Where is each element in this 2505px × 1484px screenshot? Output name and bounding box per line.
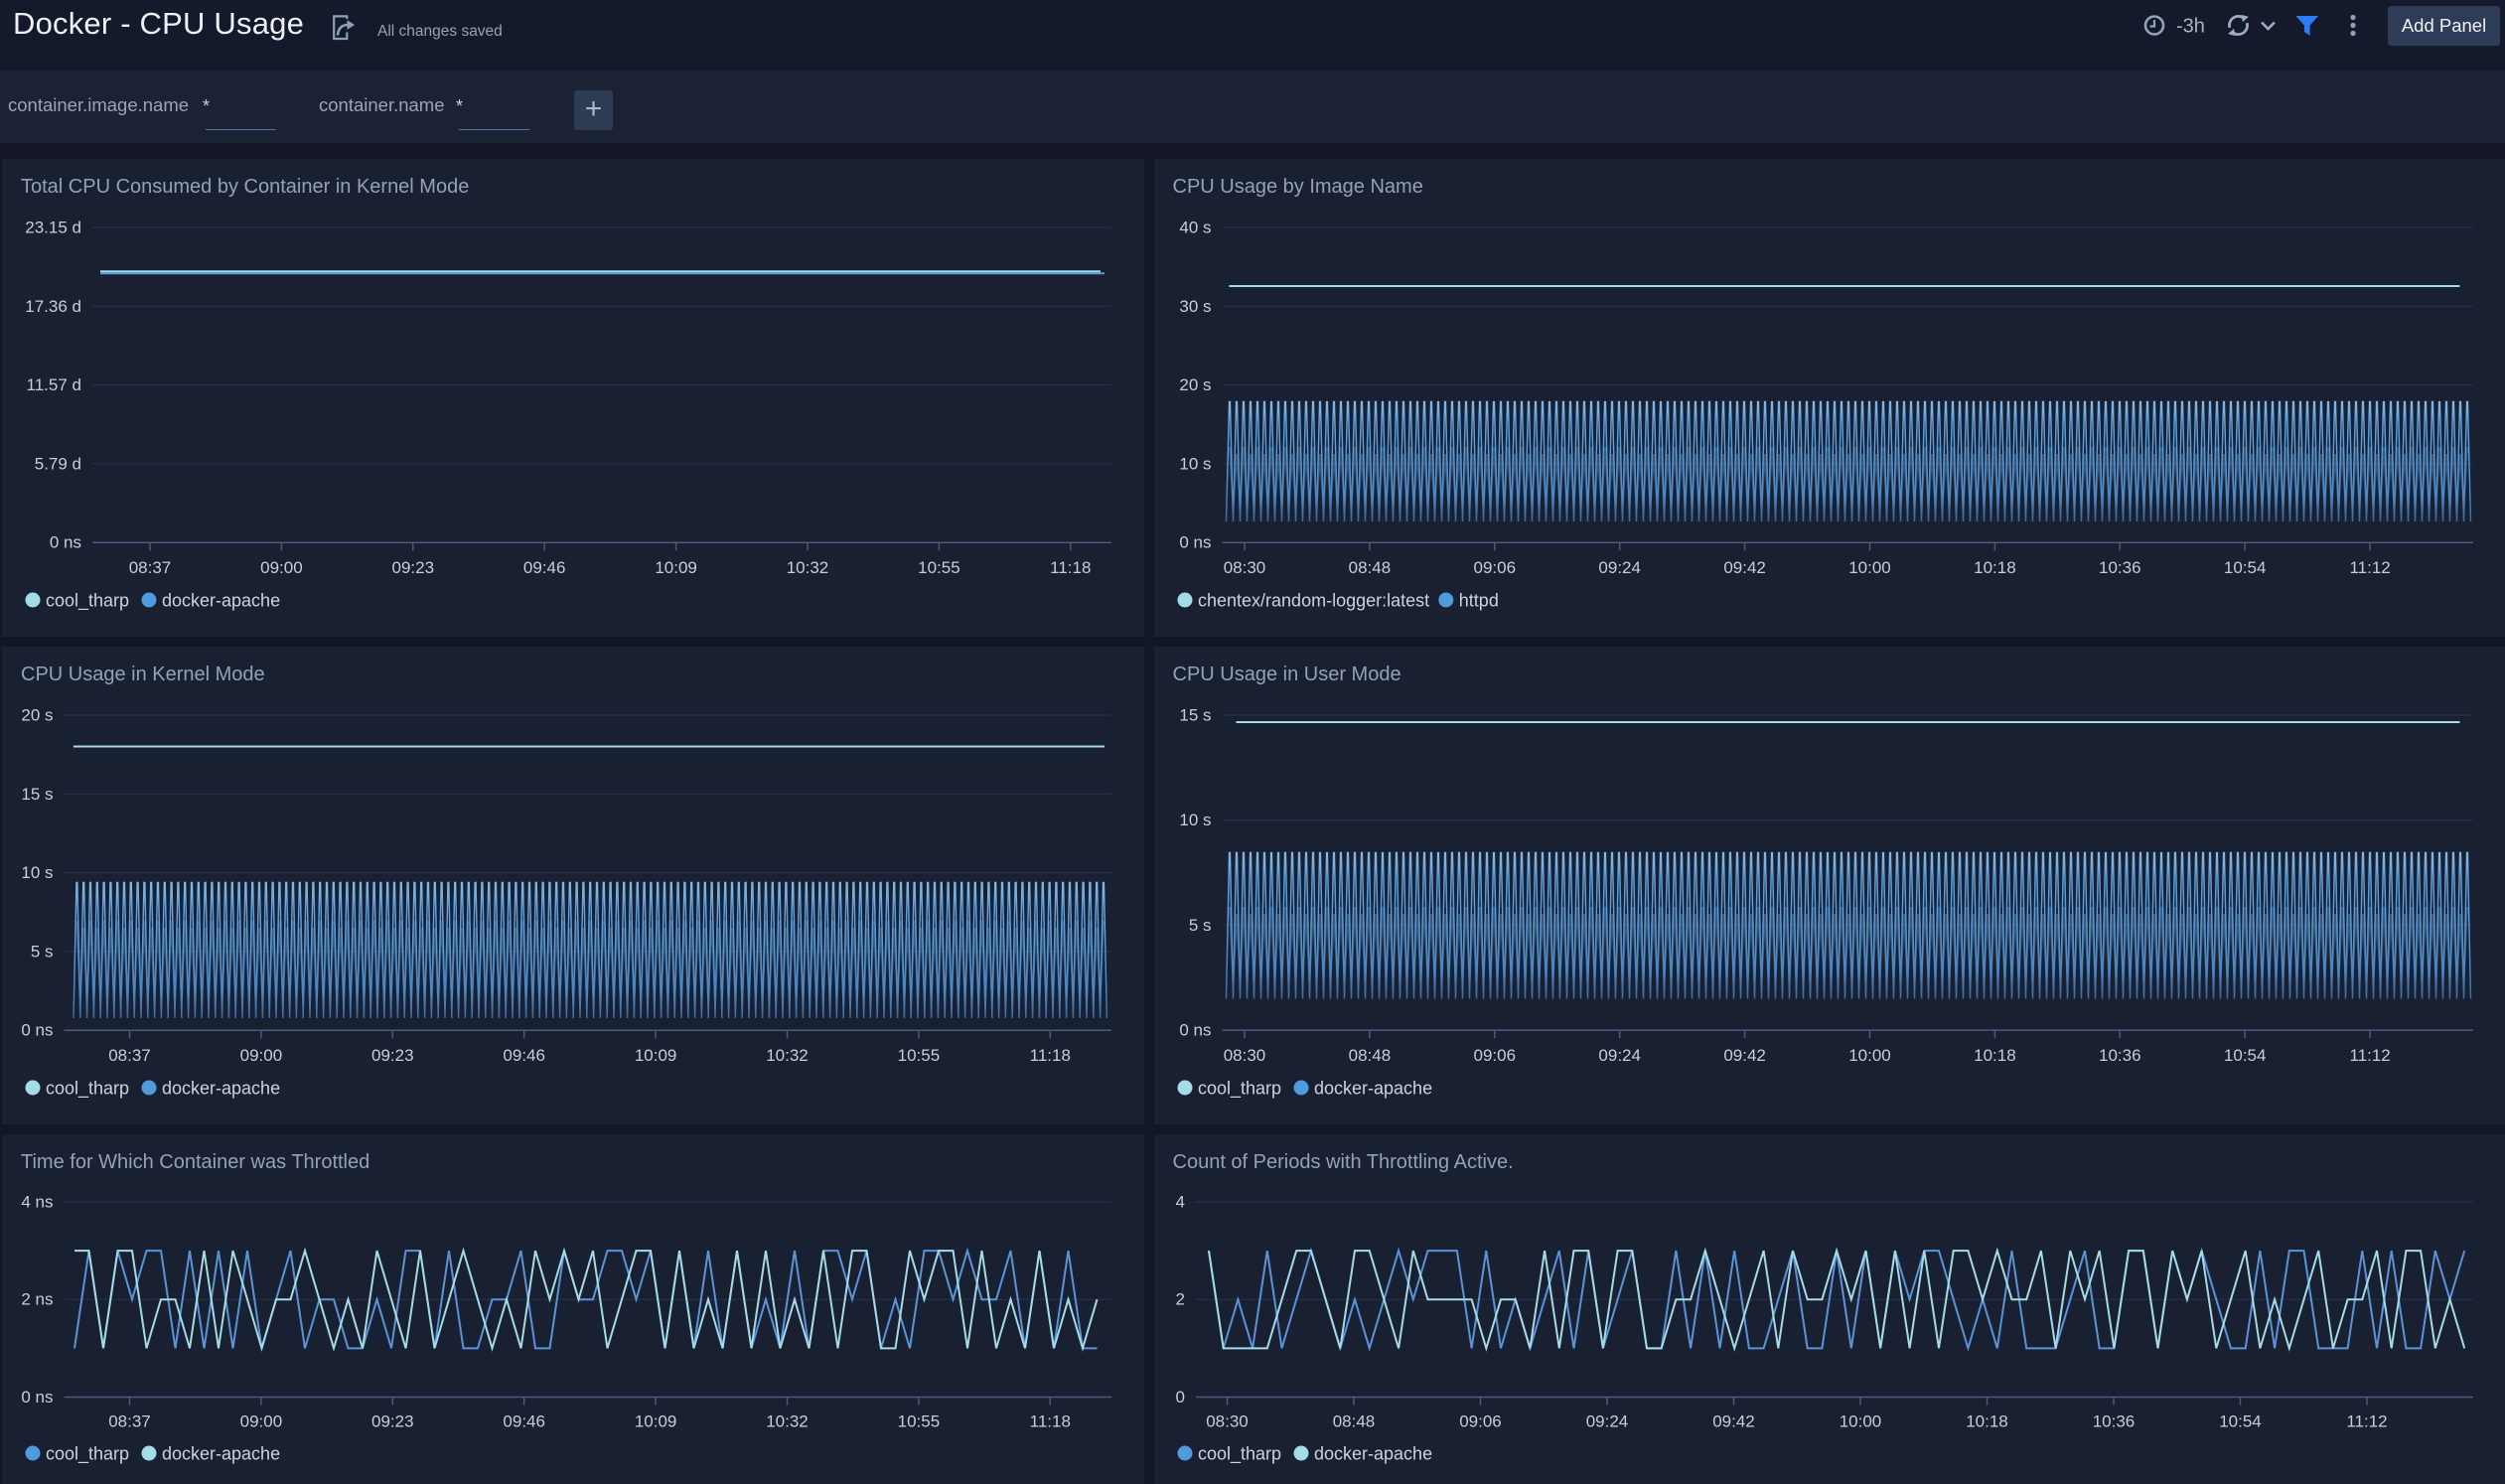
svg-text:09:06: 09:06 <box>1473 557 1516 576</box>
svg-text:10:18: 10:18 <box>1966 1411 2008 1430</box>
svg-text:10:09: 10:09 <box>635 1411 677 1430</box>
svg-text:08:48: 08:48 <box>1348 1045 1391 1064</box>
svg-text:10:54: 10:54 <box>2223 557 2266 576</box>
svg-text:10:36: 10:36 <box>2099 557 2141 576</box>
svg-text:10:32: 10:32 <box>787 557 829 576</box>
svg-text:09:06: 09:06 <box>1459 1411 1502 1430</box>
svg-text:0 ns: 0 ns <box>21 1020 53 1039</box>
svg-text:10:32: 10:32 <box>766 1045 809 1064</box>
svg-text:10:18: 10:18 <box>1974 557 2016 576</box>
svg-text:09:00: 09:00 <box>260 557 303 576</box>
svg-text:docker-apache: docker-apache <box>162 1443 280 1463</box>
svg-text:10:18: 10:18 <box>1974 1045 2016 1064</box>
svg-text:0 ns: 0 ns <box>50 532 81 551</box>
svg-text:10:55: 10:55 <box>898 1045 941 1064</box>
svg-text:08:48: 08:48 <box>1348 557 1391 576</box>
svg-text:08:37: 08:37 <box>129 557 172 576</box>
svg-text:2: 2 <box>1175 1289 1184 1308</box>
svg-text:0: 0 <box>1175 1388 1184 1407</box>
svg-text:10:09: 10:09 <box>655 557 697 576</box>
svg-text:10:54: 10:54 <box>2219 1411 2262 1430</box>
svg-text:docker-apache: docker-apache <box>1314 1443 1432 1463</box>
svg-text:08:30: 08:30 <box>1223 557 1265 576</box>
svg-text:09:46: 09:46 <box>523 557 566 576</box>
svg-text:docker-apache: docker-apache <box>162 1078 280 1098</box>
svg-text:cool_tharp: cool_tharp <box>46 1443 129 1464</box>
svg-text:20 s: 20 s <box>21 705 53 724</box>
svg-text:cool_tharp: cool_tharp <box>1198 1078 1281 1099</box>
svg-text:cool_tharp: cool_tharp <box>46 590 129 611</box>
svg-text:09:23: 09:23 <box>392 557 435 576</box>
svg-text:09:42: 09:42 <box>1723 557 1766 576</box>
svg-text:-3h: -3h <box>2176 16 2205 38</box>
svg-text:5 s: 5 s <box>1188 915 1211 934</box>
svg-text:11:12: 11:12 <box>2349 557 2390 576</box>
svg-text:5.79 d: 5.79 d <box>35 454 81 473</box>
svg-text:23.15 d: 23.15 d <box>25 218 81 236</box>
svg-text:08:37: 08:37 <box>108 1411 151 1430</box>
svg-text:0 ns: 0 ns <box>1179 532 1211 551</box>
svg-text:09:24: 09:24 <box>1598 1045 1641 1064</box>
svg-text:httpd: httpd <box>1458 590 1498 610</box>
svg-text:09:24: 09:24 <box>1598 557 1641 576</box>
svg-text:10:55: 10:55 <box>918 557 960 576</box>
svg-text:30 s: 30 s <box>1179 296 1211 315</box>
svg-text:10 s: 10 s <box>1179 454 1211 473</box>
svg-text:10:09: 10:09 <box>635 1045 677 1064</box>
svg-text:10:36: 10:36 <box>2099 1045 2141 1064</box>
svg-text:09:23: 09:23 <box>371 1045 414 1064</box>
svg-text:0 ns: 0 ns <box>21 1388 53 1407</box>
svg-text:20 s: 20 s <box>1179 375 1211 394</box>
svg-text:4: 4 <box>1175 1192 1184 1211</box>
svg-text:09:46: 09:46 <box>503 1045 545 1064</box>
svg-text:10 s: 10 s <box>21 863 53 882</box>
svg-text:08:37: 08:37 <box>108 1045 151 1064</box>
svg-text:09:42: 09:42 <box>1723 1045 1766 1064</box>
svg-text:08:30: 08:30 <box>1206 1411 1249 1430</box>
svg-text:10:00: 10:00 <box>1848 557 1891 576</box>
svg-text:0 ns: 0 ns <box>1179 1020 1211 1039</box>
svg-text:09:06: 09:06 <box>1473 1045 1516 1064</box>
svg-text:09:46: 09:46 <box>503 1411 545 1430</box>
svg-text:11:18: 11:18 <box>1030 1045 1071 1064</box>
svg-text:10:36: 10:36 <box>2092 1411 2135 1430</box>
svg-text:10:00: 10:00 <box>1839 1411 1881 1430</box>
svg-text:docker-apache: docker-apache <box>1314 1078 1432 1098</box>
svg-text:17.36 d: 17.36 d <box>25 296 81 315</box>
svg-text:08:30: 08:30 <box>1223 1045 1265 1064</box>
svg-text:08:48: 08:48 <box>1332 1411 1375 1430</box>
svg-text:10 s: 10 s <box>1179 811 1211 829</box>
svg-text:11:12: 11:12 <box>2349 1045 2390 1064</box>
svg-text:15 s: 15 s <box>21 784 53 803</box>
svg-text:10:54: 10:54 <box>2223 1045 2266 1064</box>
svg-text:11:12: 11:12 <box>2346 1411 2387 1430</box>
svg-text:docker-apache: docker-apache <box>162 590 280 610</box>
svg-text:09:23: 09:23 <box>371 1411 414 1430</box>
svg-text:09:00: 09:00 <box>240 1045 283 1064</box>
svg-text:15 s: 15 s <box>1179 705 1211 724</box>
svg-text:10:32: 10:32 <box>766 1411 809 1430</box>
svg-text:2 ns: 2 ns <box>21 1289 53 1308</box>
svg-text:09:24: 09:24 <box>1585 1411 1628 1430</box>
svg-text:5 s: 5 s <box>31 942 54 961</box>
svg-text:10:00: 10:00 <box>1848 1045 1891 1064</box>
svg-text:cool_tharp: cool_tharp <box>46 1078 129 1099</box>
svg-text:11:18: 11:18 <box>1050 557 1091 576</box>
svg-text:4 ns: 4 ns <box>21 1192 53 1211</box>
svg-text:10:55: 10:55 <box>898 1411 941 1430</box>
svg-text:11:18: 11:18 <box>1030 1411 1071 1430</box>
svg-text:40 s: 40 s <box>1179 218 1211 236</box>
svg-text:chentex/random-logger:latest: chentex/random-logger:latest <box>1198 590 1429 610</box>
svg-text:cool_tharp: cool_tharp <box>1198 1443 1281 1464</box>
svg-text:11.57 d: 11.57 d <box>27 375 81 394</box>
svg-text:09:00: 09:00 <box>240 1411 283 1430</box>
svg-text:09:42: 09:42 <box>1712 1411 1755 1430</box>
